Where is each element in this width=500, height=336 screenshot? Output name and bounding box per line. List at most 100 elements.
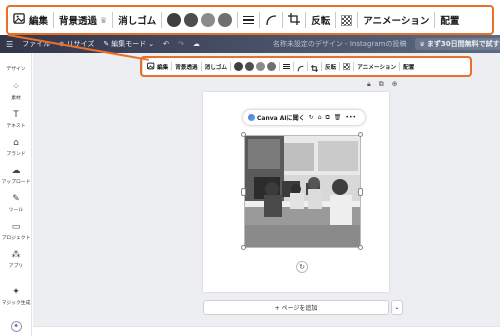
divider: [305, 12, 307, 28]
animate-label: アニメーション: [363, 16, 430, 27]
color-swatch[interactable]: [184, 13, 199, 27]
folder-icon: ▭: [11, 222, 21, 232]
color-swatch[interactable]: [218, 13, 233, 27]
magic-icon: ✦: [12, 287, 20, 297]
resize-handle[interactable]: [358, 245, 363, 250]
sidebar-item-elements[interactable]: ⁘ 素材: [0, 82, 32, 101]
sidebar-item-label: ツール: [8, 208, 24, 213]
assistant-button[interactable]: ✦: [0, 321, 32, 332]
remove-background-label: 背景透過: [59, 16, 98, 27]
canva-ai-icon: [248, 114, 255, 121]
crown-icon: ♛: [100, 15, 108, 25]
pencil-icon: ✎: [103, 40, 110, 48]
divider: [357, 12, 359, 28]
edit-mode-label: 編集モード: [111, 40, 147, 48]
refresh-icon[interactable]: ↻: [309, 114, 314, 121]
lock-icon[interactable]: ⌂: [318, 114, 322, 121]
resize-handle[interactable]: [358, 188, 363, 196]
ask-canva-ai-label: Canva AIに聞く: [257, 115, 305, 122]
sidebar-item-text[interactable]: T テキスト: [0, 110, 32, 129]
floating-toolbar: Canva AIに聞く ↻ ⌂ ⧉ 🗑︎ •••: [243, 110, 365, 125]
edit-image-button[interactable]: 編集: [13, 12, 48, 28]
photo-selection-frame: [244, 135, 361, 248]
sparkle-icon: ✦: [10, 321, 22, 332]
sidebar-item-label: ブランド: [6, 152, 26, 157]
sidebar-item-label: テキスト: [6, 124, 26, 129]
corner-rounding-icon[interactable]: [265, 11, 277, 30]
document-title[interactable]: 名称未設定のデザイン - Instagramの投稿: [273, 39, 407, 49]
sidebar-item-apps[interactable]: ⁂ アプリ: [0, 250, 32, 269]
resize-handle[interactable]: [241, 188, 246, 196]
sidebar-item-upload[interactable]: ☁ アップロード: [0, 166, 32, 185]
crop-button[interactable]: [288, 12, 301, 28]
edit-mode-menu[interactable]: ✎ 編集モード ⌄: [103, 39, 154, 49]
divider: [259, 12, 261, 28]
rotate-icon[interactable]: ↻: [296, 261, 308, 273]
bottom-bar: [33, 326, 500, 336]
chevron-down-icon[interactable]: ⌄: [391, 300, 403, 315]
ask-canva-ai-button[interactable]: Canva AIに聞く: [248, 113, 305, 122]
sidebar-item-design[interactable]: デザイン: [0, 65, 32, 72]
sidebar-item-projects[interactable]: ▭ プロジェクト: [0, 222, 32, 241]
crop-icon: [288, 12, 301, 28]
border-style-icon[interactable]: [243, 15, 255, 25]
chevron-down-icon: ⌄: [148, 40, 155, 48]
resize-handle[interactable]: [358, 132, 363, 137]
sidebar-item-label: アプリ: [8, 264, 24, 269]
undo-icon[interactable]: ↶: [163, 40, 169, 48]
sidebar-item-label: 素材: [11, 96, 21, 101]
divider: [282, 12, 284, 28]
cloud-save-icon[interactable]: ☁: [193, 40, 200, 48]
free-trial-button[interactable]: ♛ まず30日間無料で試す: [415, 38, 500, 50]
context-toolbar-highlight: [140, 56, 472, 77]
animate-button[interactable]: アニメーション: [363, 13, 429, 27]
text-icon: T: [13, 110, 19, 120]
magic-eraser-button[interactable]: 消しゴム: [118, 13, 156, 27]
page-actions: 🔒︎ ⧉ ⊕: [367, 80, 398, 89]
color-swatch[interactable]: [167, 13, 182, 27]
transparency-icon[interactable]: [341, 14, 353, 26]
duplicate-page-icon[interactable]: ⧉: [379, 80, 384, 89]
sidebar-item-magic[interactable]: ✦ マジック生成: [0, 287, 32, 306]
trash-icon[interactable]: 🗑︎: [334, 114, 342, 121]
zoomed-toolbar-callout: 編集 背景透過 ♛ 消しゴム 反転 アニメーション 配置: [6, 5, 494, 35]
sidebar-item-label: プロジェクト: [1, 236, 31, 241]
copy-icon[interactable]: ⧉: [326, 114, 330, 122]
apps-icon: ⁂: [11, 250, 21, 260]
crown-icon: ♛: [419, 40, 425, 48]
add-page-icon[interactable]: ⊕: [392, 80, 398, 89]
divider: [434, 12, 436, 28]
upload-icon: ☁: [11, 166, 21, 176]
edit-image-label: 編集: [29, 16, 49, 27]
divider: [237, 12, 239, 28]
resize-handle[interactable]: [241, 132, 246, 137]
flip-button[interactable]: 反転: [311, 13, 330, 27]
resize-handle[interactable]: [241, 245, 246, 250]
divider: [53, 12, 55, 28]
hamburger-icon[interactable]: ☰: [6, 40, 13, 49]
remove-background-button[interactable]: 背景透過 ♛: [59, 13, 108, 28]
sidebar-item-label: マジック生成: [1, 301, 31, 306]
sidebar-item-label: デザイン: [6, 67, 26, 72]
sidebar-item-tools[interactable]: ✎ ツール: [0, 194, 32, 213]
color-swatches: [167, 13, 233, 27]
redo-icon[interactable]: ↷: [178, 40, 184, 48]
left-sidebar: デザイン ⁘ 素材 T テキスト ⌂ ブランド ☁ アップロード ✎ ツール ▭…: [0, 53, 32, 336]
sidebar-item-brand[interactable]: ⌂ ブランド: [0, 138, 32, 157]
elements-icon: ⁘: [12, 82, 20, 92]
image-edit-icon: [13, 12, 26, 28]
divider: [112, 12, 114, 28]
app-header: ☰ ファイル ♛リサイズ ✎編集モード⌄ ↶ ↷ ☁ 名称未設定のデザイン - …: [0, 35, 500, 53]
divider: [161, 12, 163, 28]
draw-icon: ✎: [12, 194, 20, 204]
position-label: 配置: [440, 16, 460, 27]
lock-icon[interactable]: 🔒︎: [367, 80, 371, 89]
free-trial-label: まず30日間無料で試す: [426, 40, 500, 48]
color-swatch[interactable]: [201, 13, 216, 27]
sidebar-item-label: アップロード: [1, 180, 31, 185]
add-page-button[interactable]: + ページを追加: [203, 300, 389, 315]
brand-icon: ⌂: [13, 138, 19, 148]
magic-eraser-label: 消しゴム: [118, 16, 157, 27]
more-options-icon[interactable]: •••: [345, 114, 356, 121]
position-button[interactable]: 配置: [440, 13, 459, 27]
